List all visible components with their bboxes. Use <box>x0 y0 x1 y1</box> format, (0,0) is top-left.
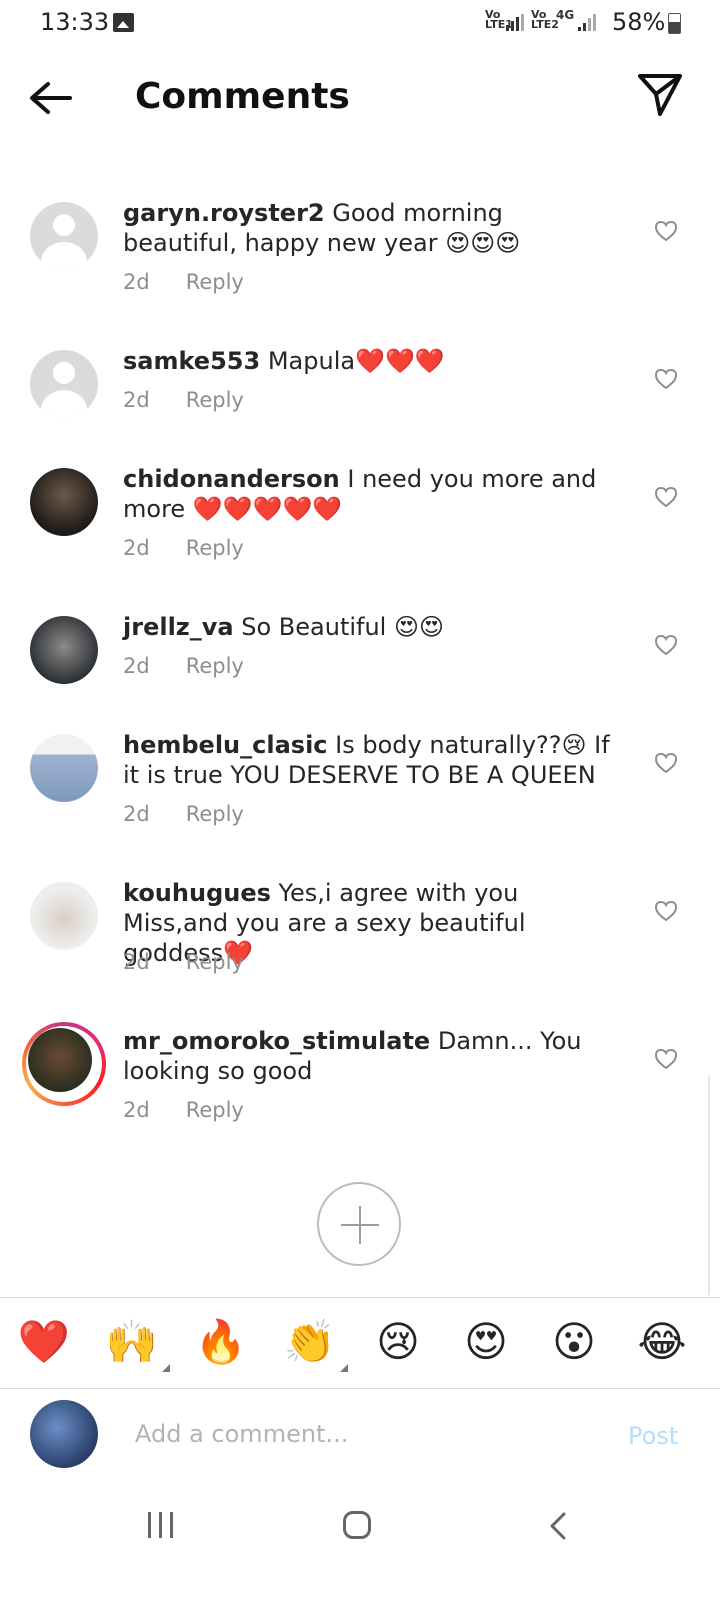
comment-time: 2d <box>123 388 150 412</box>
comment-time: 2d <box>123 536 150 560</box>
skin-tone-indicator <box>340 1364 348 1372</box>
avatar[interactable] <box>30 350 98 418</box>
reaction-fire-icon[interactable]: 🔥 <box>193 1314 249 1370</box>
back-icon[interactable] <box>548 1512 568 1540</box>
paper-plane-icon[interactable] <box>636 70 684 118</box>
comment-username[interactable]: jrellz_va <box>123 613 234 641</box>
avatar[interactable] <box>30 468 98 536</box>
comment-username[interactable]: mr_omoroko_stimulate <box>123 1027 430 1055</box>
network1-label: Vo LTE1 <box>485 8 513 31</box>
heart-icon[interactable] <box>654 752 678 774</box>
comment-username[interactable]: garyn.royster2 <box>123 199 325 227</box>
avatar[interactable] <box>28 1028 92 1092</box>
heart-icon[interactable] <box>654 1048 678 1070</box>
avatar[interactable] <box>30 734 98 802</box>
comment-time: 2d <box>123 950 150 974</box>
reply-button[interactable]: Reply <box>186 536 244 560</box>
comment-text: garyn.royster2 Good morning beautiful, h… <box>123 198 623 258</box>
reply-button[interactable]: Reply <box>186 388 244 412</box>
comment-meta: 2d Reply <box>123 654 244 678</box>
page-title: Comments <box>135 76 350 117</box>
comment-text: samke553 Mapula❤️❤️❤️ <box>123 346 623 376</box>
comment-time: 2d <box>123 654 150 678</box>
gallery-icon <box>113 13 134 32</box>
reply-button[interactable]: Reply <box>186 654 244 678</box>
signal2-icon <box>578 14 602 31</box>
reaction-clap-icon[interactable]: 👏 <box>282 1314 348 1372</box>
comment-composer: Add a comment... Post <box>0 1388 720 1492</box>
reply-button[interactable]: Reply <box>186 1098 244 1122</box>
skin-tone-indicator <box>162 1364 170 1372</box>
reaction-label: 🙌 <box>105 1317 159 1366</box>
comment-username[interactable]: hembelu_clasic <box>123 731 328 759</box>
comment-meta: 2d Reply <box>123 270 244 294</box>
heart-icon[interactable] <box>654 486 678 508</box>
comment-text: chidonanderson I need you more and more … <box>123 464 623 524</box>
comment-time: 2d <box>123 802 150 826</box>
reaction-raised-hands-icon[interactable]: 🙌 <box>104 1314 170 1372</box>
reaction-surprised-icon[interactable]: 😮 <box>546 1314 602 1370</box>
post-button[interactable]: Post <box>628 1410 678 1462</box>
avatar[interactable] <box>30 882 98 950</box>
network-type: 4G <box>556 8 575 22</box>
recent-apps-icon[interactable] <box>148 1512 174 1538</box>
home-icon[interactable] <box>343 1511 371 1539</box>
heart-icon[interactable] <box>654 634 678 656</box>
scrollbar[interactable] <box>708 1075 710 1295</box>
comment-meta: 2d Reply <box>123 950 244 974</box>
avatar[interactable] <box>30 202 98 270</box>
arrow-left-icon[interactable] <box>26 78 76 118</box>
comment-meta: 2d Reply <box>123 1098 244 1122</box>
reaction-cry-icon[interactable]: 😢 <box>370 1314 426 1370</box>
system-nav-bar <box>0 1492 720 1600</box>
heart-icon[interactable] <box>654 900 678 922</box>
reply-button[interactable]: Reply <box>186 802 244 826</box>
comment-username[interactable]: samke553 <box>123 347 260 375</box>
reply-button[interactable]: Reply <box>186 270 244 294</box>
quick-reactions-bar: ❤️ 🙌 🔥 👏 😢 😍 😮 😂 <box>0 1297 720 1389</box>
load-more-button[interactable] <box>317 1182 401 1266</box>
reaction-label: 👏 <box>283 1317 337 1366</box>
clock: 13:33 <box>40 8 110 36</box>
battery-icon <box>668 13 681 34</box>
heart-icon[interactable] <box>654 220 678 242</box>
story-ring[interactable] <box>22 1022 106 1106</box>
comment-input[interactable]: Add a comment... <box>135 1408 605 1460</box>
comment-body: So Beautiful 😍😍 <box>241 613 445 641</box>
network2-label: Vo LTE2 <box>531 8 559 31</box>
comment-username[interactable]: chidonanderson <box>123 465 340 493</box>
signal1-icon <box>506 14 530 31</box>
comment-meta: 2d Reply <box>123 536 244 560</box>
comment-meta: 2d Reply <box>123 388 244 412</box>
comment-time: 2d <box>123 1098 150 1122</box>
avatar[interactable] <box>30 616 98 684</box>
comment-text: hembelu_clasic Is body naturally??😢 If i… <box>123 730 623 790</box>
comment-text: jrellz_va So Beautiful 😍😍 <box>123 612 623 642</box>
comment-text: mr_omoroko_stimulate Damn... You looking… <box>123 1026 623 1086</box>
reply-button[interactable]: Reply <box>186 950 244 974</box>
reaction-heart-eyes-icon[interactable]: 😍 <box>458 1314 514 1370</box>
battery-percent: 58% <box>612 8 666 36</box>
my-avatar[interactable] <box>30 1400 98 1468</box>
comment-meta: 2d Reply <box>123 802 244 826</box>
comment-body: Mapula❤️❤️❤️ <box>267 347 445 375</box>
heart-icon[interactable] <box>654 368 678 390</box>
header: Comments <box>0 48 720 148</box>
status-bar: 13:33 Vo LTE1 Vo LTE2 4G 58% <box>0 0 720 48</box>
reaction-heart-icon[interactable]: ❤️ <box>16 1314 72 1370</box>
reaction-laugh-icon[interactable]: 😂 <box>634 1314 690 1370</box>
comment-time: 2d <box>123 270 150 294</box>
comment-username[interactable]: kouhugues <box>123 879 271 907</box>
